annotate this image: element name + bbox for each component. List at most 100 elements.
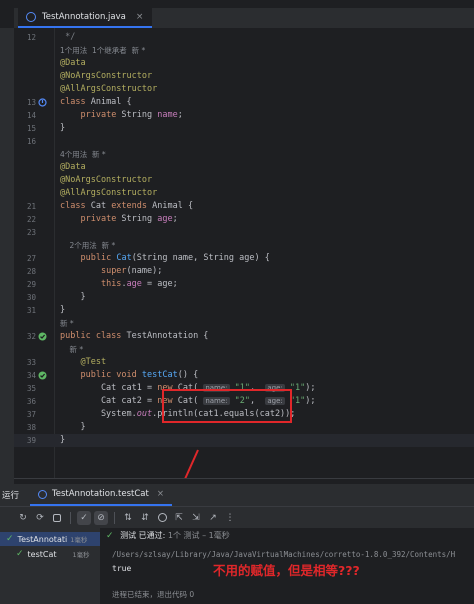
usage-hint: 2个用法 新 * (60, 241, 116, 250)
test-duration: 1毫秒 (70, 536, 88, 544)
line-number: 34 (26, 371, 36, 380)
line-number: 23 (26, 228, 36, 237)
status-detail: 1个 测试 – 1毫秒 (167, 531, 230, 540)
test-status-line: ✓ 测试 已通过: 1个 测试 – 1毫秒 (106, 530, 230, 541)
history-icon[interactable] (155, 511, 169, 525)
code-text: } (60, 422, 86, 432)
code-line: 22 private String age; (14, 213, 474, 226)
code-line: 14 private String name; (14, 109, 474, 122)
java-class-icon (38, 489, 47, 499)
test-tree-item-class[interactable]: ✓ TestAnnotati 1毫秒 (0, 532, 100, 546)
code-text: super(name); (100, 266, 163, 276)
code-line: 39} (14, 434, 474, 447)
code-line: 23 (14, 226, 474, 239)
code-line: 13 class Animal { (14, 96, 474, 109)
code-line: 27 public Cat(String name, String age) { (14, 252, 474, 265)
usage-hint: 新 * (60, 319, 74, 328)
export-tests-icon[interactable]: ⇲ (189, 511, 203, 525)
import-tests-icon[interactable]: ⇱ (172, 511, 186, 525)
passed-check-icon: ✓ (106, 531, 114, 541)
inlay-hint-line: 4个用法 新 * (14, 148, 474, 161)
highlight-box-constructor-calls (162, 389, 292, 423)
line-number: 16 (26, 137, 36, 146)
test-tree-item-method[interactable]: ✓ testCat 1毫秒 (0, 547, 100, 561)
test-tree-label: TestAnnotati (17, 534, 68, 544)
show-passed-icon[interactable]: ✓ (77, 510, 91, 525)
toolbar-separator (114, 511, 115, 524)
code-line: 29 this.age = age; (14, 278, 474, 291)
show-ignored-icon[interactable]: ⊘ (94, 510, 108, 525)
implemented-icon[interactable] (38, 98, 47, 107)
run-toolbar: ↻ ⟳ ✓ ⊘ ⇅ ⇵ ⇱ ⇲ ↗ ⋮ (0, 506, 474, 528)
code-line: @Data (14, 161, 474, 174)
code-line: 16 (14, 135, 474, 148)
code-line: @NoArgsConstructor (14, 70, 474, 83)
editor-tab-bar: TestAnnotation.java × (14, 8, 474, 28)
passed-check-icon: ✓ (16, 549, 24, 559)
status-passed: 测试 已通过: (120, 531, 166, 540)
code-line: @NoArgsConstructor (14, 174, 474, 187)
rerun-icon[interactable]: ↻ (16, 511, 30, 525)
close-icon[interactable]: × (157, 489, 164, 499)
run-test-icon[interactable] (38, 371, 47, 380)
left-tool-strip (0, 28, 14, 484)
more-options-icon[interactable]: ⋮ (223, 511, 237, 525)
line-number: 13 (26, 98, 36, 107)
line-number: 29 (26, 280, 36, 289)
java-command-line: /Users/szlsay/Library/Java/JavaVirtualMa… (112, 550, 456, 559)
test-duration: 1毫秒 (72, 551, 90, 559)
run-test-icon[interactable] (38, 332, 47, 341)
test-tree-label: testCat (27, 549, 57, 559)
line-number: 35 (26, 384, 36, 393)
code-text: @NoArgsConstructor (60, 175, 153, 185)
rerun-failed-icon[interactable]: ⟳ (33, 511, 47, 525)
code-line: @AllArgsConstructor (14, 83, 474, 96)
code-text: class Animal { (60, 97, 132, 107)
run-panel-label: 运行 (2, 491, 20, 501)
line-number: 28 (26, 267, 36, 276)
code-text: public Cat(String name, String age) { (80, 253, 270, 263)
line-number: 14 (26, 111, 36, 120)
code-text: @Data (60, 58, 86, 68)
line-number: 21 (26, 202, 36, 211)
line-number: 33 (26, 358, 36, 367)
code-line: 33 @Test (14, 356, 474, 369)
code-text: } (60, 123, 66, 133)
run-tab-label: TestAnnotation.testCat (52, 489, 149, 499)
code-text: } (60, 305, 66, 315)
code-text: @AllArgsConstructor (60, 84, 158, 94)
process-exit-line: 进程已结束，退出代码 0 (112, 590, 195, 599)
code-line: @AllArgsConstructor (14, 187, 474, 200)
ide-window: TestAnnotation.java × 12 */ 1个用法 1个继承者 新 … (0, 0, 474, 604)
code-text: @Test (80, 357, 107, 367)
current-line-highlight (14, 434, 474, 447)
inlay-hint-line: 1个用法 1个继承者 新 * (14, 44, 474, 57)
close-icon[interactable]: × (136, 12, 144, 22)
line-number: 30 (26, 293, 36, 302)
stop-icon[interactable] (50, 511, 64, 525)
code-line: 31} (14, 304, 474, 317)
code-line: 15} (14, 122, 474, 135)
export-results-icon[interactable]: ↗ (206, 511, 220, 525)
code-text: class Cat extends Animal { (60, 201, 194, 211)
code-line: 21 class Cat extends Animal { (14, 200, 474, 213)
code-text: private String age; (80, 214, 178, 224)
annotation-text: 不用的赋值，但是相等??? (213, 560, 360, 579)
code-line: 12 */ (14, 31, 474, 44)
sort-alpha-icon[interactable]: ⇅ (121, 511, 135, 525)
java-class-icon (26, 12, 36, 22)
line-number: 27 (26, 254, 36, 263)
code-line: @Data (14, 57, 474, 70)
program-output: true (112, 564, 132, 573)
line-number: 22 (26, 215, 36, 224)
code-text: this.age = age; (100, 279, 178, 289)
sort-duration-icon[interactable]: ⇵ (138, 511, 152, 525)
run-tool-window-header: 运行 TestAnnotation.testCat × (0, 484, 474, 506)
code-text: @Data (60, 162, 86, 172)
passed-check-icon: ✓ (6, 534, 14, 544)
toolbar-separator (70, 511, 71, 524)
inlay-hint-line: 新 * (14, 343, 474, 356)
line-number: 36 (26, 397, 36, 406)
editor-tab-testannotation[interactable]: TestAnnotation.java × (18, 8, 152, 28)
run-tab-testcat[interactable]: TestAnnotation.testCat × (30, 484, 172, 506)
